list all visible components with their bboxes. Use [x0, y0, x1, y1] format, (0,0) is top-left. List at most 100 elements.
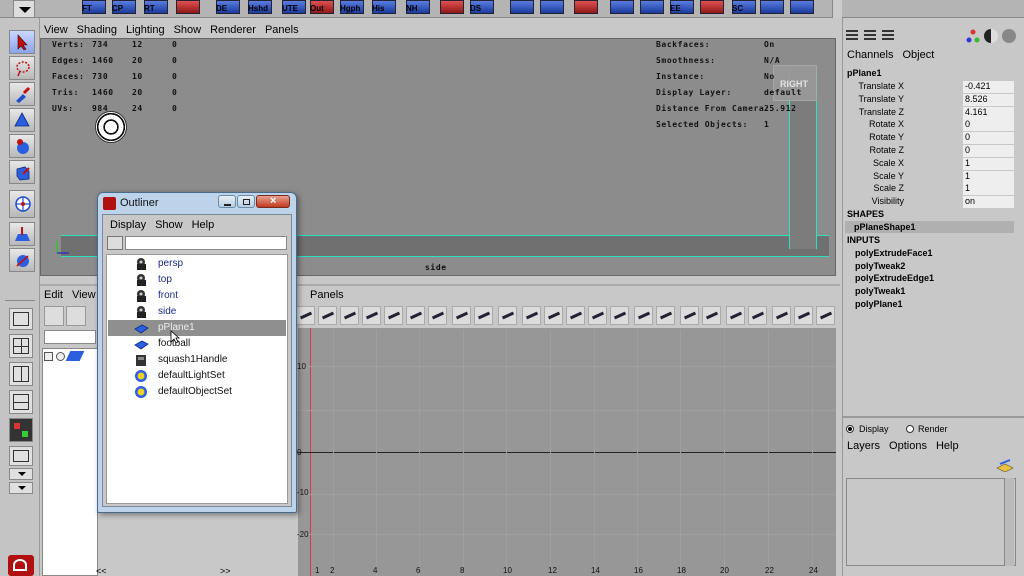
graph-outline-toolbar-button[interactable]	[44, 306, 64, 326]
outliner-item-pPlane1[interactable]: pPlane1	[108, 320, 286, 336]
collapse-icon[interactable]	[56, 352, 65, 361]
new-layer-icon[interactable]	[996, 458, 1014, 473]
graph-tool-button[interactable]	[522, 306, 541, 325]
soft-mod-tool-button[interactable]	[9, 222, 35, 246]
close-button[interactable]: ×	[256, 195, 290, 208]
graph-tool-button[interactable]	[318, 306, 337, 325]
layout-more-button[interactable]	[9, 482, 33, 494]
input-node-polyExtrudeFace1[interactable]: polyExtrudeFace1	[855, 248, 933, 258]
layer-scrollbar[interactable]	[1004, 478, 1014, 566]
outliner-item-persp[interactable]: persp	[108, 256, 286, 272]
outliner-search-input[interactable]	[125, 236, 287, 250]
graph-tool-button[interactable]	[588, 306, 607, 325]
outliner-filter-icon[interactable]	[107, 236, 123, 250]
shelf-tool-icon[interactable]	[610, 0, 634, 14]
graph-tool-button[interactable]	[428, 306, 447, 325]
shelf-tool-icon[interactable]	[440, 0, 464, 14]
shelf-tool-icon[interactable]	[640, 0, 664, 14]
channel-value[interactable]: 1	[963, 170, 1014, 183]
shelf-tool-icon[interactable]	[700, 0, 724, 14]
channel-row-rotate-x[interactable]: Rotate X 0	[847, 119, 1014, 132]
channel-value[interactable]: 0	[963, 132, 1014, 145]
manipulator-tool-button[interactable]	[9, 190, 35, 218]
menu-layers[interactable]: Layers	[847, 440, 880, 452]
channel-row-rotate-y[interactable]: Rotate Y 0	[847, 132, 1014, 145]
channel-row-scale-y[interactable]: Scale Y 1	[847, 170, 1014, 184]
graph-tool-button[interactable]	[362, 306, 381, 325]
radio-display[interactable]	[846, 425, 854, 433]
channel-row-translate-y[interactable]: Translate Y 8.526	[847, 93, 1014, 107]
graph-tool-button[interactable]	[772, 306, 791, 325]
graph-editor-menu-panels[interactable]: Panels	[310, 289, 344, 301]
shelf-tool-icon[interactable]	[510, 0, 534, 14]
layout-single-button[interactable]	[9, 308, 33, 330]
menu-view[interactable]: View	[44, 24, 68, 36]
channel-value[interactable]: 0	[963, 145, 1014, 157]
render-icon[interactable]	[1002, 29, 1016, 43]
menu-edit[interactable]: Edit	[44, 289, 63, 301]
graph-tool-button[interactable]	[610, 306, 629, 325]
lasso-tool-button[interactable]	[9, 56, 35, 80]
scene-icon[interactable]	[966, 29, 980, 43]
graph-tool-button[interactable]	[656, 306, 675, 325]
menu-show[interactable]: Show	[174, 24, 202, 36]
graph-outline-filter-button[interactable]	[66, 306, 86, 326]
move-tool-button[interactable]	[9, 108, 35, 132]
shading-icon[interactable]	[984, 29, 998, 43]
minimize-button[interactable]	[218, 195, 236, 208]
graph-tool-button[interactable]	[384, 306, 403, 325]
graph-tool-button[interactable]	[544, 306, 563, 325]
channel-value[interactable]: on	[963, 196, 1014, 209]
menu-object[interactable]: Object	[902, 49, 934, 61]
bottom-scroll-right[interactable]: >>	[220, 566, 231, 576]
channel-box-toggle[interactable]	[846, 30, 858, 42]
graph-outline-filter-input[interactable]	[44, 330, 96, 344]
graph-tool-button[interactable]	[794, 306, 813, 325]
graph-tool-button[interactable]	[726, 306, 745, 325]
graph-tool-button[interactable]	[296, 306, 315, 325]
show-manipulator-button[interactable]	[9, 248, 35, 272]
channel-row-translate-x[interactable]: Translate X -0.421	[847, 81, 1014, 94]
shelf-tool-icon[interactable]	[574, 0, 598, 14]
outliner-item-top[interactable]: top	[108, 272, 286, 288]
graph-tool-button[interactable]	[474, 306, 493, 325]
expand-icon[interactable]	[44, 352, 53, 361]
maximize-button[interactable]	[237, 195, 255, 208]
menu-view[interactable]: View	[72, 289, 96, 301]
input-node-polyTweak1[interactable]: polyTweak1	[855, 286, 905, 296]
menu-channels[interactable]: Channels	[847, 49, 893, 61]
menu-shading[interactable]: Shading	[77, 24, 117, 36]
graph-tool-button[interactable]	[452, 306, 471, 325]
paint-select-tool-button[interactable]	[9, 82, 35, 106]
outliner-item-squash1Handle[interactable]: squash1Handle	[108, 352, 286, 368]
graph-tool-button[interactable]	[406, 306, 425, 325]
shelf-tool-icon[interactable]	[540, 0, 564, 14]
select-tool-button[interactable]	[9, 30, 35, 54]
input-node-polyTweak2[interactable]: polyTweak2	[855, 261, 905, 271]
scale-tool-button[interactable]	[9, 160, 35, 184]
channel-row-rotate-z[interactable]: Rotate Z 0	[847, 145, 1014, 158]
outliner-menu-display[interactable]: Display	[110, 219, 146, 231]
shelf-menu-button[interactable]	[13, 0, 35, 18]
shape-name-row[interactable]: pPlaneShape1	[845, 221, 1014, 233]
layout-four-button[interactable]	[9, 334, 33, 358]
channel-value[interactable]: -0.421	[963, 81, 1014, 93]
layout-side-button[interactable]	[9, 362, 33, 386]
channel-row-visibility[interactable]: Visibility on	[847, 196, 1014, 209]
outliner-item-front[interactable]: front	[108, 288, 286, 304]
layer-list[interactable]	[846, 478, 1016, 566]
outliner-item-defaultObjectSet[interactable]: defaultObjectSet	[108, 384, 286, 400]
graph-tool-button[interactable]	[702, 306, 721, 325]
graph-tool-button[interactable]	[634, 306, 653, 325]
layout-persp-graph-button[interactable]	[9, 390, 33, 414]
menu-help[interactable]: Help	[936, 440, 959, 452]
channel-value[interactable]: 4.161	[963, 106, 1014, 119]
channel-row-scale-x[interactable]: Scale X 1	[847, 157, 1014, 171]
shelf-tool-icon[interactable]	[760, 0, 784, 14]
graph-tool-button[interactable]	[680, 306, 699, 325]
channel-value[interactable]: 1	[963, 183, 1014, 196]
graph-tool-button[interactable]	[340, 306, 359, 325]
channel-row-scale-z[interactable]: Scale Z 1	[847, 183, 1014, 196]
bottom-scroll-left[interactable]: <<	[96, 566, 107, 576]
outliner-item-side[interactable]: side	[108, 304, 286, 320]
